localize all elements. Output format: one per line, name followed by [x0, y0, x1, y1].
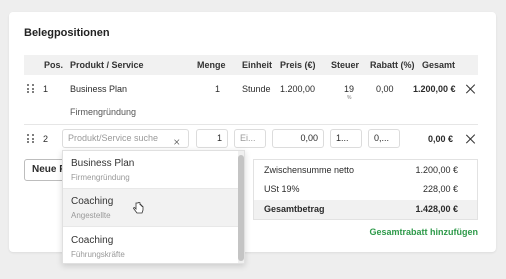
row-price[interactable]: 1.200,00 [280, 84, 315, 94]
row-tax-sub: % [347, 95, 352, 101]
table-row: 1 Business Plan Firmengründung 1 Stunde … [24, 75, 478, 125]
drag-handle-icon[interactable] [27, 134, 35, 144]
row-total: 0,00 € [428, 134, 454, 144]
row-qty[interactable]: 1 [215, 84, 220, 94]
subtotal-value: 1.200,00 € [415, 165, 458, 175]
table-row-edit: 2 Produkt/Service suche 1 Ei... 0,00 1..… [24, 126, 478, 152]
tax-label: USt 19% [264, 184, 300, 194]
header-unit: Einheit [242, 60, 273, 70]
table-header: Pos. Produkt / Service Menge Einheit Pre… [24, 55, 478, 75]
tax-row: USt 19% 228,00 € [254, 180, 477, 199]
totals-box: Zwischensumme netto 1.200,00 € USt 19% 2… [253, 159, 478, 220]
subtotal-row: Zwischensumme netto 1.200,00 € [254, 161, 477, 180]
drag-handle-icon[interactable] [27, 84, 35, 94]
product-suggestions-dropdown: Business Plan Firmengründung Coaching An… [62, 150, 245, 264]
grand-total-row: Gesamtbetrag 1.428,00 € [254, 200, 477, 219]
row-product[interactable]: Business Plan [70, 84, 127, 94]
section-title: Belegpositionen [24, 27, 110, 39]
header-qty: Menge [197, 60, 226, 70]
scrollbar-thumb[interactable] [238, 155, 244, 261]
row-total: 1.200,00 € [413, 84, 456, 94]
tax-select[interactable]: 1... [330, 129, 362, 148]
clear-search-icon[interactable] [174, 139, 181, 146]
discount-input[interactable]: 0,... [368, 129, 400, 148]
header-pos: Pos. [44, 60, 64, 70]
price-input[interactable]: 0,00 [272, 129, 324, 148]
header-tax: Steuer [331, 60, 360, 70]
qty-input[interactable]: 1 [196, 129, 228, 148]
suggestion-subtitle: Führungskräfte [71, 250, 125, 259]
grand-total-value: 1.428,00 € [415, 204, 458, 214]
row-tax[interactable]: 19 [344, 84, 354, 94]
suggestion-subtitle: Firmengründung [71, 173, 130, 182]
suggestion-option[interactable]: Coaching Angestellte [63, 189, 238, 227]
suggestion-subtitle: Angestellte [71, 211, 111, 220]
tax-value: 228,00 € [422, 184, 458, 194]
suggestion-option[interactable]: Coaching Führungskräfte [63, 228, 238, 263]
header-product: Produkt / Service [70, 60, 144, 70]
subtotal-label: Zwischensumme netto [264, 165, 355, 175]
row-discount[interactable]: 0,00 [376, 84, 394, 94]
grand-total-label: Gesamtbetrag [264, 204, 325, 214]
suggestion-option[interactable]: Business Plan Firmengründung [63, 151, 238, 189]
row-unit[interactable]: Stunde [242, 84, 271, 94]
header-price: Preis (€) [280, 60, 316, 70]
remove-row-icon[interactable] [465, 83, 477, 95]
hand-pointer-icon [133, 202, 144, 214]
remove-row-icon[interactable] [465, 133, 477, 145]
add-total-discount-link[interactable]: Gesamtrabatt hinzufügen [369, 227, 478, 237]
product-search-input[interactable]: Produkt/Service suche [62, 129, 189, 148]
suggestion-title: Coaching [71, 196, 114, 207]
row-pos: 1 [43, 84, 49, 94]
dropdown-scrollbar[interactable] [238, 151, 244, 263]
row-description[interactable]: Firmengründung [70, 107, 136, 117]
product-search-placeholder: Produkt/Service suche [68, 133, 159, 143]
row-pos: 2 [43, 134, 49, 144]
unit-input[interactable]: Ei... [234, 129, 266, 148]
suggestion-title: Business Plan [71, 158, 135, 169]
header-discount: Rabatt (%) [370, 60, 415, 70]
suggestion-title: Coaching [71, 235, 114, 246]
unit-placeholder: Ei... [240, 133, 256, 143]
header-total: Gesamt [422, 60, 456, 70]
